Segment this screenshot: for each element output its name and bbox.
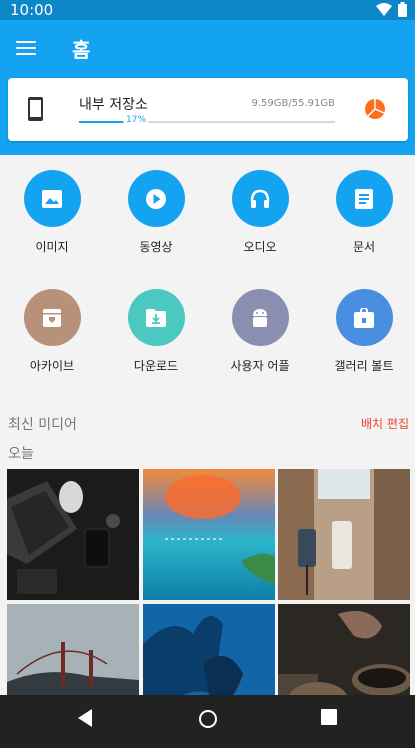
category-archive[interactable]: 아카이브 xyxy=(0,289,104,374)
home-icon[interactable] xyxy=(198,709,218,729)
status-time: 10:00 xyxy=(10,1,54,19)
category-documents[interactable]: 문서 xyxy=(312,170,415,255)
back-icon[interactable] xyxy=(78,709,94,727)
pie-chart-icon[interactable] xyxy=(364,98,386,120)
storage-label: 내부 저장소 xyxy=(79,97,148,113)
media-thumbnail[interactable] xyxy=(278,469,410,600)
category-label: 이미지 xyxy=(35,240,69,254)
category-user-apps[interactable]: 사용자 어플 xyxy=(208,289,312,374)
category-label: 오디오 xyxy=(243,240,277,254)
recents-icon[interactable] xyxy=(321,709,337,725)
internal-storage-card[interactable]: 내부 저장소 9.59GB/55.91GB 17% xyxy=(8,78,408,141)
media-thumbnail[interactable] xyxy=(7,469,139,600)
storage-progress-bar xyxy=(79,121,335,123)
category-label: 아카이브 xyxy=(29,359,75,373)
page-title: 홈 xyxy=(72,38,91,62)
today-label: 오늘 xyxy=(8,446,34,462)
category-label: 사용자 어플 xyxy=(230,359,290,373)
android-icon xyxy=(231,289,289,346)
app-bar: 홈 내부 저장소 9.59GB/55.91GB 17% xyxy=(0,20,415,155)
storage-percent: 17% xyxy=(124,115,149,125)
status-bar: 10:00 xyxy=(0,0,415,20)
category-gallery-vault[interactable]: 갤러리 볼트 xyxy=(312,289,415,374)
document-icon xyxy=(335,170,393,227)
battery-icon xyxy=(398,2,407,17)
headphones-icon xyxy=(231,170,289,227)
category-downloads[interactable]: 다운로드 xyxy=(104,289,208,374)
media-thumbnail[interactable] xyxy=(143,469,275,600)
category-label: 문서 xyxy=(352,240,376,254)
storage-size: 9.59GB/55.91GB xyxy=(251,98,335,109)
category-label: 갤러리 볼트 xyxy=(334,359,394,373)
category-audio[interactable]: 오디오 xyxy=(208,170,312,255)
wifi-icon xyxy=(376,2,392,16)
storage-progress-fill xyxy=(79,121,123,123)
phone-icon xyxy=(28,97,43,121)
recent-media-title: 최신 미디어 xyxy=(8,417,77,433)
category-label: 다운로드 xyxy=(133,359,179,373)
vault-icon xyxy=(335,289,393,346)
image-icon xyxy=(23,170,81,227)
download-icon xyxy=(127,289,185,346)
archive-icon xyxy=(23,289,81,346)
category-videos[interactable]: 동영상 xyxy=(104,170,208,255)
batch-edit-button[interactable]: 배치 편집 xyxy=(361,415,409,432)
system-navigation-bar xyxy=(0,695,415,748)
hamburger-menu-icon[interactable] xyxy=(16,38,38,56)
category-label: 동영상 xyxy=(139,240,173,254)
play-icon xyxy=(127,170,185,227)
category-images[interactable]: 이미지 xyxy=(0,170,104,255)
